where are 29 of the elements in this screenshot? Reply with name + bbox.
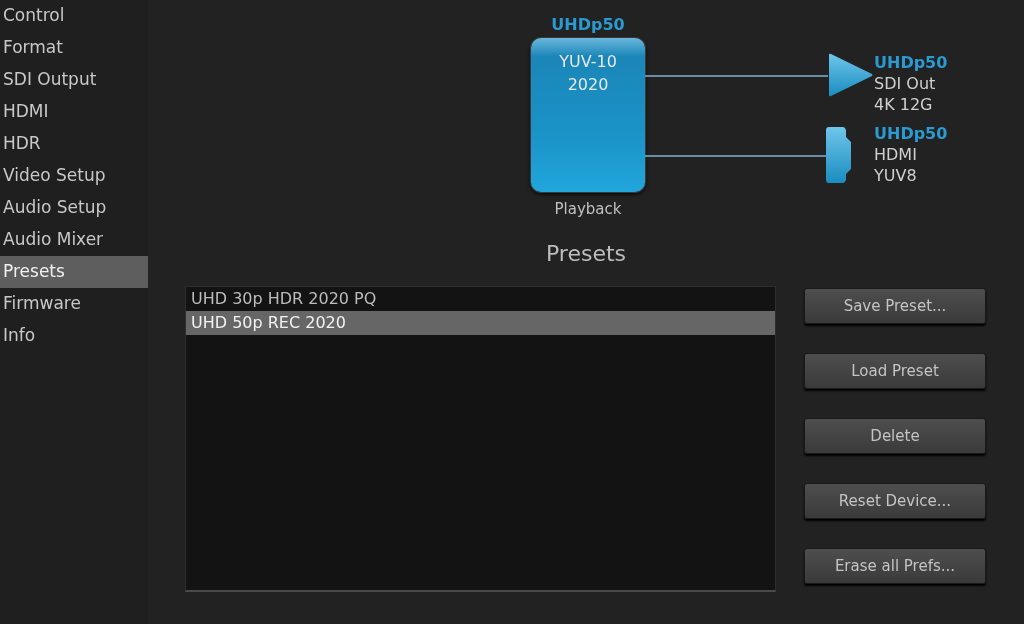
- sidebar-item[interactable]: Video Setup: [0, 160, 148, 192]
- format-label: UHDp50: [550, 15, 626, 34]
- action-button[interactable]: Erase all Prefs...: [804, 548, 986, 584]
- format-label: UHDp50: [874, 123, 948, 144]
- action-button[interactable]: Delete: [804, 418, 986, 454]
- sidebar-item[interactable]: Audio Mixer: [0, 224, 148, 256]
- triangle-output-icon: [827, 53, 873, 97]
- section-title: Presets: [544, 241, 628, 266]
- sidebar-item[interactable]: HDMI: [0, 96, 148, 128]
- action-button[interactable]: Load Preset: [804, 353, 986, 389]
- output-label: SDI Out: [874, 73, 937, 94]
- sidebar-item[interactable]: Format: [0, 32, 148, 64]
- connector-output-icon: [826, 127, 852, 183]
- preset-item[interactable]: UHD 30p HDR 2020 PQ: [186, 287, 775, 311]
- output-label: YUV8: [874, 165, 918, 186]
- format-label: UHDp50: [874, 52, 948, 73]
- sidebar-item[interactable]: Audio Setup: [0, 192, 148, 224]
- action-button[interactable]: Save Preset...: [804, 288, 986, 324]
- preset-item[interactable]: UHD 50p REC 2020: [186, 311, 775, 335]
- sidebar-item[interactable]: Firmware: [0, 288, 148, 320]
- sidebar-item[interactable]: HDR: [0, 128, 148, 160]
- sidebar-item[interactable]: Presets: [0, 256, 148, 288]
- sidebar-item[interactable]: Control: [0, 0, 148, 32]
- block-label: Playback: [553, 200, 623, 218]
- output-label: 4K 12G: [874, 94, 934, 115]
- output-label: HDMI: [874, 144, 918, 165]
- action-button[interactable]: Reset Device...: [804, 483, 986, 519]
- sidebar-item[interactable]: SDI Output: [0, 64, 148, 96]
- sidebar-item[interactable]: Info: [0, 320, 148, 352]
